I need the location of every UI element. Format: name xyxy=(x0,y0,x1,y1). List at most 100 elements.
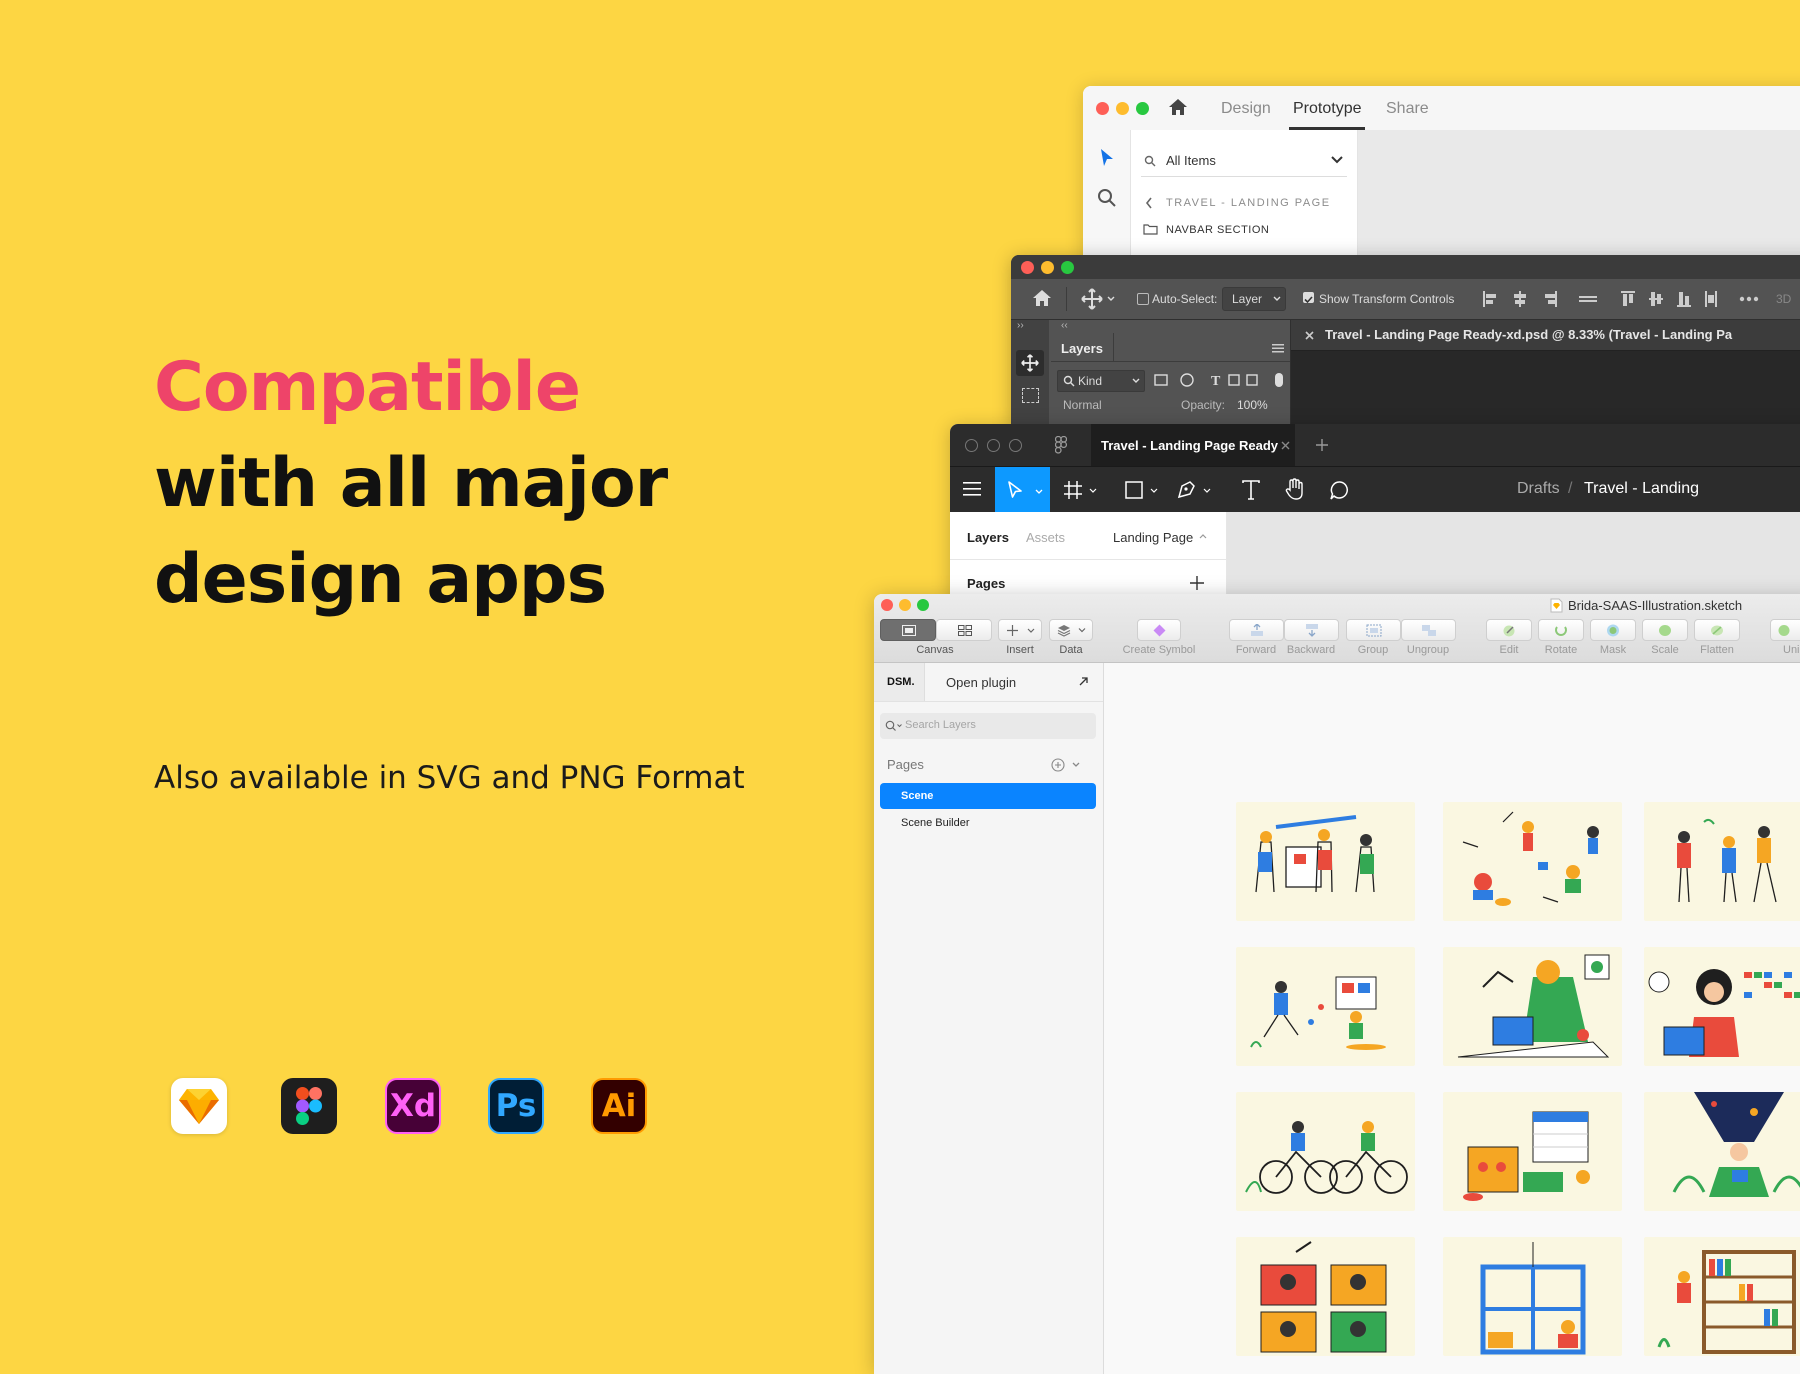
new-tab-icon[interactable] xyxy=(1316,439,1328,451)
chevron-down-icon[interactable] xyxy=(1107,296,1115,302)
move-tool-icon[interactable] xyxy=(1081,288,1103,310)
minimize-button[interactable] xyxy=(899,599,911,611)
text-tool-icon[interactable] xyxy=(1242,480,1260,500)
opacity-value[interactable]: 100% xyxy=(1237,398,1268,412)
illustration-artboard[interactable] xyxy=(1443,947,1622,1066)
illustration-artboard[interactable] xyxy=(1236,1237,1415,1356)
tab-design[interactable]: Design xyxy=(1221,100,1271,118)
add-page-icon[interactable] xyxy=(1190,576,1204,590)
minimize-button[interactable] xyxy=(987,439,1000,452)
flatten-button[interactable] xyxy=(1694,619,1740,641)
layers-tab[interactable]: Layers xyxy=(1051,333,1114,361)
backward-button[interactable] xyxy=(1284,619,1339,641)
maximize-button[interactable] xyxy=(1009,439,1022,452)
move-tool-button[interactable] xyxy=(995,467,1050,513)
pen-tool-icon[interactable] xyxy=(1176,480,1216,500)
close-button[interactable] xyxy=(1021,261,1034,274)
align-icons[interactable] xyxy=(1481,288,1781,310)
illustration-artboard[interactable] xyxy=(1443,1092,1622,1211)
maximize-button[interactable] xyxy=(1136,102,1149,115)
union-button[interactable] xyxy=(1770,619,1800,641)
open-plugin-link[interactable]: Open plugin xyxy=(946,675,1016,690)
assets-tab[interactable]: Assets xyxy=(1026,530,1065,545)
panel-menu-icon[interactable] xyxy=(1272,344,1284,353)
scale-button[interactable] xyxy=(1642,619,1688,641)
collapse-icon[interactable]: ›› xyxy=(1017,320,1024,331)
maximize-button[interactable] xyxy=(1061,261,1074,274)
figma-logo-icon[interactable] xyxy=(1055,436,1067,454)
search-placeholder: Search Layers xyxy=(905,719,976,731)
maximize-button[interactable] xyxy=(917,599,929,611)
page-item-scene[interactable]: Scene xyxy=(880,783,1096,809)
edit-button[interactable] xyxy=(1486,619,1532,641)
collapse-icon[interactable]: ‹‹ xyxy=(1061,320,1068,331)
group-button[interactable] xyxy=(1346,619,1401,641)
page-selector[interactable]: Landing Page xyxy=(1113,530,1193,545)
comment-tool-icon[interactable] xyxy=(1330,480,1350,500)
kind-filter-dropdown[interactable]: Kind xyxy=(1057,370,1145,392)
3d-mode-label[interactable]: 3D xyxy=(1776,292,1791,306)
close-icon[interactable] xyxy=(1305,331,1314,340)
ungroup-button[interactable] xyxy=(1401,619,1456,641)
tab-share[interactable]: Share xyxy=(1386,100,1429,118)
home-icon[interactable] xyxy=(1167,97,1189,117)
move-tool-button[interactable] xyxy=(1016,350,1044,376)
illustration-artboard[interactable] xyxy=(1644,802,1800,921)
mask-button[interactable] xyxy=(1590,619,1636,641)
auto-select-checkbox[interactable] xyxy=(1137,293,1149,305)
close-icon[interactable] xyxy=(1281,441,1290,450)
ps-tools-panel: ›› xyxy=(1011,320,1049,430)
illustration-artboard[interactable] xyxy=(1443,1237,1622,1356)
page-item-scene-builder[interactable]: Scene Builder xyxy=(880,810,1096,836)
home-icon[interactable] xyxy=(1031,288,1053,308)
filter-dropdown[interactable]: All Items xyxy=(1141,146,1347,177)
breadcrumb-file[interactable]: Travel - Landing xyxy=(1584,480,1699,498)
chevron-left-icon[interactable] xyxy=(1145,197,1153,209)
illustration-artboard[interactable] xyxy=(1236,1092,1415,1211)
zoom-tool-icon[interactable] xyxy=(1097,188,1117,208)
illustration-artboard[interactable] xyxy=(1644,1092,1800,1211)
minimize-button[interactable] xyxy=(1041,261,1054,274)
create-symbol-button[interactable] xyxy=(1137,619,1181,641)
file-tab[interactable]: Travel - Landing Page Ready xyxy=(1091,424,1295,466)
blend-mode-dropdown[interactable]: Normal xyxy=(1063,398,1102,412)
grid-view-button[interactable] xyxy=(936,619,992,641)
hand-tool-icon[interactable] xyxy=(1285,478,1305,501)
marquee-tool-icon[interactable] xyxy=(1022,388,1039,403)
auto-select-dropdown[interactable]: Layer xyxy=(1222,287,1286,311)
breadcrumb[interactable]: TRAVEL - LANDING PAGE xyxy=(1166,197,1331,209)
document-tab[interactable]: Travel - Landing Page Ready-xd.psd @ 8.3… xyxy=(1291,320,1800,351)
illustration-artboard[interactable] xyxy=(1236,802,1415,921)
illustration-artboard[interactable] xyxy=(1236,947,1415,1066)
layers-tab[interactable]: Layers xyxy=(967,530,1009,545)
canvas-view-button[interactable] xyxy=(880,619,936,641)
tab-prototype[interactable]: Prototype xyxy=(1293,100,1361,118)
close-button[interactable] xyxy=(881,599,893,611)
forward-button[interactable] xyxy=(1229,619,1284,641)
dsm-tab[interactable]: DSM. xyxy=(874,663,925,701)
search-layers-field[interactable]: Search Layers xyxy=(880,713,1096,739)
frame-tool-icon[interactable] xyxy=(1064,481,1102,499)
menu-icon[interactable] xyxy=(963,482,981,496)
minimize-button[interactable] xyxy=(1116,102,1129,115)
data-button[interactable] xyxy=(1049,619,1093,641)
breadcrumb-root[interactable]: Drafts xyxy=(1517,480,1560,498)
rotate-button[interactable] xyxy=(1538,619,1584,641)
folder-item[interactable]: NAVBAR SECTION xyxy=(1166,224,1269,236)
add-page-icon[interactable] xyxy=(1051,758,1083,772)
shape-tool-icon[interactable] xyxy=(1125,481,1163,499)
ps-document-area[interactable]: Travel - Landing Page Ready-xd.psd @ 8.3… xyxy=(1291,320,1800,430)
transform-checkbox[interactable] xyxy=(1303,292,1314,304)
chevron-up-icon[interactable] xyxy=(1199,534,1207,539)
external-link-icon[interactable] xyxy=(1079,677,1088,686)
select-tool-icon[interactable] xyxy=(1099,148,1115,168)
close-button[interactable] xyxy=(965,439,978,452)
sketch-canvas[interactable] xyxy=(1104,663,1800,1374)
illustration-artboard[interactable] xyxy=(1644,947,1800,1066)
insert-button[interactable] xyxy=(998,619,1042,641)
layer-filter-icons[interactable]: T xyxy=(1153,372,1283,388)
figma-canvas[interactable] xyxy=(1227,512,1800,604)
close-button[interactable] xyxy=(1096,102,1109,115)
illustration-artboard[interactable] xyxy=(1644,1237,1800,1356)
illustration-artboard[interactable] xyxy=(1443,802,1622,921)
